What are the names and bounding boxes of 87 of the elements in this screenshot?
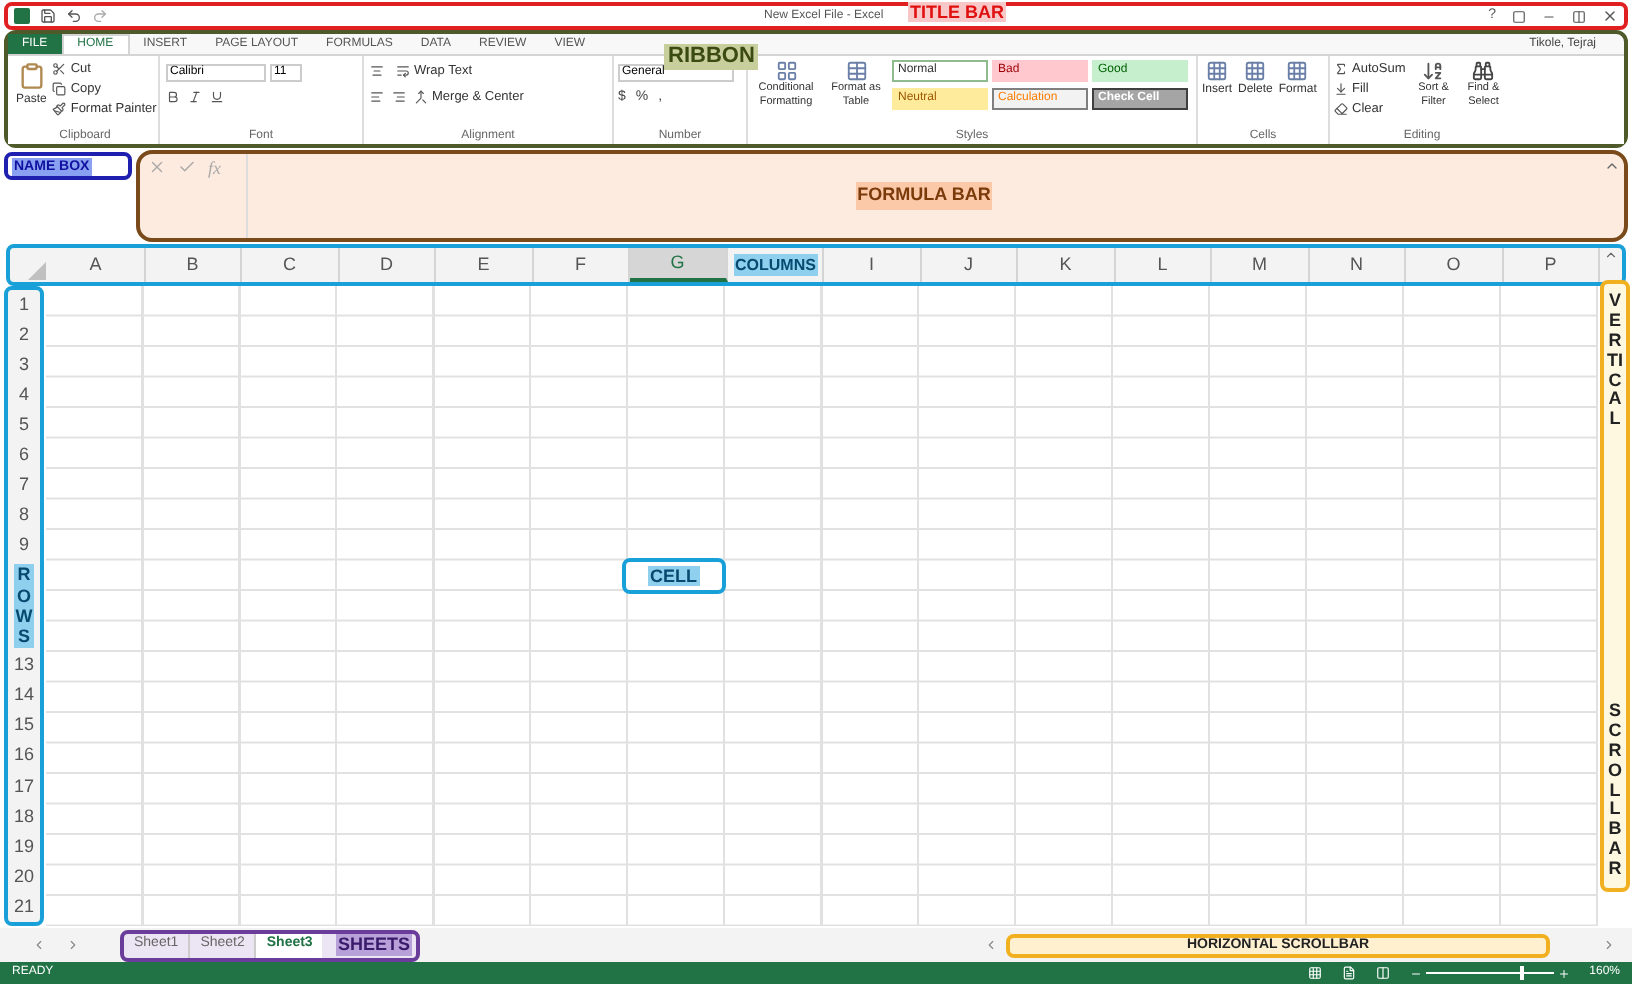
annotation-label: ROWS [13, 564, 35, 648]
column-header[interactable]: E [436, 248, 533, 282]
column-header[interactable]: N [1309, 248, 1406, 282]
redo-icon[interactable] [92, 8, 108, 24]
collapse-icon[interactable] [1604, 158, 1620, 174]
row-header[interactable]: 8 [8, 500, 40, 531]
column-header[interactable]: P [1503, 248, 1600, 282]
save-icon[interactable] [40, 8, 56, 24]
binoculars-icon [1472, 60, 1495, 82]
grid-icon [775, 60, 797, 82]
selected-cell[interactable]: CELL [622, 558, 725, 593]
normal-view-icon[interactable] [1307, 966, 1322, 980]
bold-icon[interactable] [166, 90, 180, 104]
previous-sheet-icon[interactable] [32, 938, 46, 952]
row-header[interactable]: 19 [8, 831, 40, 862]
column-header[interactable]: M [1212, 248, 1309, 282]
row-header[interactable]: 7 [8, 470, 40, 501]
align-right-icon[interactable] [392, 90, 406, 104]
row-header[interactable]: 17 [8, 771, 40, 802]
sort-icon [1422, 60, 1445, 82]
annotation-label: SCROLLBAR [1606, 701, 1624, 880]
row-header[interactable]: 3 [8, 350, 40, 381]
row-header[interactable]: 4 [8, 380, 40, 411]
italic-icon[interactable] [188, 90, 202, 104]
vertical-scrollbar[interactable]: VERTICAL SCROLLBAR [1600, 280, 1630, 892]
annotation-label: COLUMNS [733, 254, 818, 276]
arrow-down-icon [1334, 82, 1348, 96]
paintbrush-icon [52, 102, 67, 116]
annotation-label: TITLE BAR [908, 2, 1006, 22]
column-header[interactable]: A [48, 248, 145, 282]
column-header[interactable]: G [630, 248, 727, 282]
row-header[interactable]: 18 [8, 801, 40, 832]
row-header[interactable]: 21 [8, 891, 40, 922]
scroll-up-icon[interactable] [1604, 248, 1618, 262]
zoom-in-icon[interactable] [1557, 967, 1570, 979]
column-header[interactable]: D [339, 248, 436, 282]
undo-icon[interactable] [66, 8, 82, 24]
scissors-icon [52, 62, 67, 76]
align-icon[interactable] [370, 64, 384, 78]
annotation-label: CELL [648, 565, 699, 586]
row-header[interactable]: 15 [8, 711, 40, 742]
grid-icon [1286, 60, 1309, 82]
row-header[interactable]: 20 [8, 861, 40, 892]
copy-icon [52, 82, 67, 96]
page-layout-icon[interactable] [1341, 966, 1356, 980]
align-left-icon[interactable] [370, 90, 384, 104]
row-header[interactable]: 2 [8, 320, 40, 351]
restore-icon[interactable] [1572, 9, 1586, 23]
column-header[interactable]: I [824, 248, 921, 282]
cancel-icon[interactable] [148, 158, 166, 176]
column-header[interactable]: C [242, 248, 339, 282]
column-header[interactable]: O [1406, 248, 1503, 282]
sigma-icon [1334, 62, 1348, 76]
row-header[interactable]: 16 [8, 741, 40, 772]
zoom-slider-thumb[interactable] [1519, 966, 1524, 980]
annotation-label: SHEETS [335, 934, 412, 956]
column-header[interactable]: L [1115, 248, 1212, 282]
column-header[interactable]: K [1018, 248, 1115, 282]
column-header[interactable]: J [921, 248, 1018, 282]
close-icon[interactable] [1602, 8, 1618, 24]
ribbon-display-icon[interactable] [1512, 9, 1526, 23]
scroll-left-icon[interactable] [984, 938, 998, 952]
grid-icon [1206, 60, 1228, 82]
app-logo-icon [14, 8, 30, 24]
annotation-label: FORMULA BAR [855, 182, 993, 210]
row-header[interactable]: 9 [8, 530, 40, 561]
annotation-label: RIBBON [664, 44, 759, 70]
underline-icon[interactable] [210, 90, 224, 104]
wrap-text-icon [396, 64, 410, 78]
table-icon [845, 60, 867, 82]
worksheet-grid[interactable]: CELL [46, 286, 1598, 926]
annotation-label: VERTICAL [1606, 292, 1624, 431]
next-sheet-icon[interactable] [66, 938, 80, 952]
grid-icon [1244, 60, 1267, 82]
column-header[interactable]: B [145, 248, 242, 282]
clipboard-icon [17, 60, 46, 92]
scroll-right-icon[interactable] [1602, 938, 1616, 952]
row-header[interactable]: 6 [8, 440, 40, 471]
zoom-out-icon[interactable] [1409, 967, 1422, 979]
row-header[interactable]: 1 [8, 290, 40, 321]
row-header[interactable]: 5 [8, 410, 40, 441]
merge-icon [414, 90, 428, 104]
row-header[interactable]: 13 [8, 651, 40, 682]
formula-bar[interactable]: fx FORMULA BAR [136, 150, 1628, 242]
eraser-icon [1334, 102, 1348, 116]
row-header[interactable]: 14 [8, 681, 40, 712]
page-break-icon[interactable] [1375, 966, 1390, 980]
